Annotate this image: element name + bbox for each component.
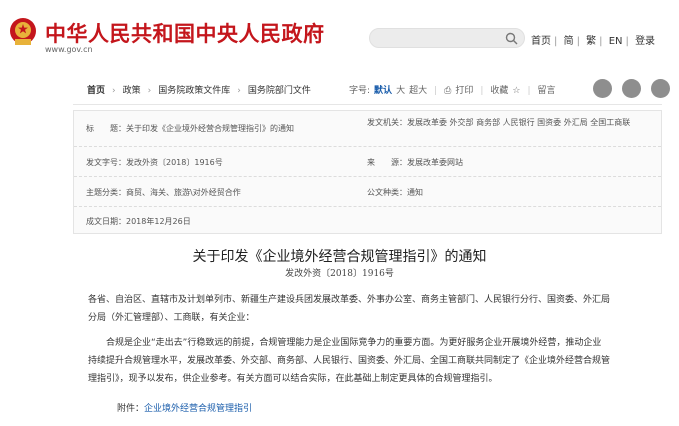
breadcrumb-home[interactable]: 首页 (87, 86, 105, 96)
attachment-link[interactable]: 企业境外经营合规管理指引 (144, 404, 252, 414)
divider: | (434, 86, 438, 96)
info-source: 来 源：发展改革委网站 (367, 157, 463, 168)
site-header: 中华人民共和国中央人民政府 www.gov.cn 首页 | 简 | 繁 | EN | 登… (0, 0, 679, 66)
favorite-button[interactable]: 收藏 (490, 86, 508, 96)
share-icons (588, 79, 671, 102)
simplified-link[interactable]: 简 (564, 36, 574, 47)
font-size-label: 字号: (349, 86, 371, 96)
font-xlarge-button[interactable]: 超大 (409, 86, 427, 96)
site-title[interactable]: 中华人民共和国中央人民政府 (45, 18, 325, 48)
divider: | (554, 36, 558, 47)
national-emblem-icon[interactable] (9, 17, 37, 47)
info-docno-key: 发文字号： (86, 158, 126, 167)
info-issuer-value: 发展改革委 外交部 商务部 人民银行 国资委 外汇局 全国工商联 (407, 118, 631, 127)
login-link[interactable]: 登录 (635, 36, 655, 47)
info-date: 成文日期：2018年12月26日 (86, 216, 191, 227)
attachment-label: 附件： (117, 404, 145, 414)
info-issuer: 发文机关：发展改革委 外交部 商务部 人民银行 国资委 外汇局 全国工商联 (367, 116, 657, 129)
chevron-right-icon: › (147, 86, 152, 96)
addressee-paragraph: 各省、自治区、直辖市及计划单列市、新疆生产建设兵团发展改革委、外事办公室、商务主… (88, 291, 611, 327)
weibo-icon[interactable] (593, 79, 612, 98)
body-paragraph: 合规是企业“走出去”行稳致远的前提，合规管理能力是企业国际竞争力的重要方面。为更… (88, 334, 611, 388)
article-title: 关于印发《企业境外经营合规管理指引》的通知 (192, 249, 487, 265)
chevron-right-icon: › (237, 86, 241, 96)
paragraph-line: 持续提升合规管理水平，发展改革委、外交部、商务部、人民银行、国资委、外汇局、全国… (88, 356, 611, 366)
attachment: 附件：企业境外经营合规管理指引 (117, 401, 252, 414)
breadcrumb-policy[interactable]: 政策 (123, 86, 141, 96)
paragraph-line: 各省、自治区、直辖市及计划单列市、新疆生产建设兵团发展改革委、外事办公室、商务主… (88, 295, 611, 305)
info-row: 成文日期：2018年12月26日 (74, 207, 661, 235)
info-docno-value: 发改外资〔2018〕1916号 (126, 158, 223, 167)
divider: | (480, 86, 484, 96)
info-type-value: 通知 (407, 188, 423, 197)
divider: | (527, 86, 531, 96)
info-docno: 发文字号：发改外资〔2018〕1916号 (86, 157, 223, 168)
english-link[interactable]: EN (609, 36, 623, 47)
font-default-button[interactable]: 默认 (374, 86, 392, 96)
top-links: 首页 | 简 | 繁 | EN | 登录 (531, 32, 655, 47)
wechat-icon[interactable] (622, 79, 642, 98)
chevron-right-icon: › (112, 86, 116, 96)
info-title-key: 标 题： (86, 124, 126, 133)
document-info-table: 标 题：关于印发《企业境外经营合规管理指引》的通知 发文机关：发展改革委 外交部… (73, 110, 662, 234)
print-icon[interactable]: ⎙ (444, 86, 451, 96)
home-link[interactable]: 首页 (531, 36, 551, 47)
paragraph-line: 合规是企业“走出去”行稳致远的前提，合规管理能力是企业国际竞争力的重要方面。为更… (106, 338, 602, 348)
breadcrumb-library[interactable]: 国务院政策文件库 (158, 86, 230, 96)
info-topic-key: 主题分类： (86, 188, 126, 197)
breadcrumb-dept-docs[interactable]: 国务院部门文件 (248, 86, 311, 96)
paragraph-line: 理指引》，现予以发布，供企业参考。有关方面可以结合实际，在此基础上制定更具体的合… (88, 374, 498, 384)
article-doc-number: 发改外资〔2018〕1916号 (285, 269, 394, 279)
divider: | (599, 36, 603, 47)
info-issuer-key: 发文机关： (367, 118, 407, 127)
info-type-key: 公文种类： (367, 188, 407, 197)
divider: | (576, 36, 580, 47)
search-input[interactable] (369, 28, 525, 48)
info-topic: 主题分类：商贸、海关、旅游\对外经贸合作 (86, 187, 241, 198)
info-type: 公文种类：通知 (367, 187, 423, 198)
star-icon[interactable]: ☆ (512, 86, 520, 96)
info-row: 标 题：关于印发《企业境外经营合规管理指引》的通知 发文机关：发展改革委 外交部… (74, 111, 661, 147)
info-title-value: 关于印发《企业境外经营合规管理指引》的通知 (126, 124, 294, 133)
info-title: 标 题：关于印发《企业境外经营合规管理指引》的通知 (86, 123, 294, 134)
info-date-value: 2018年12月26日 (126, 217, 191, 226)
site-url: www.gov.cn (45, 45, 93, 54)
info-source-key: 来 源： (367, 158, 407, 167)
info-topic-value: 商贸、海关、旅游\对外经贸合作 (126, 188, 241, 197)
info-date-key: 成文日期： (86, 217, 126, 226)
traditional-link[interactable]: 繁 (586, 36, 596, 47)
breadcrumb-bar: 首页 › 政策 › 国务院政策文件库 › 国务院部门文件 字号: 默认大超大 | ⎙ 打印 | 收藏 ☆ |… (73, 73, 671, 105)
favorite-star-icon[interactable] (651, 79, 671, 98)
info-row: 发文字号：发改外资〔2018〕1916号 来 源：发展改革委网站 (74, 147, 661, 177)
comment-button[interactable]: 留言 (538, 86, 556, 96)
page-tools: 字号: 默认大超大 | ⎙ 打印 | 收藏 ☆ | 留言 (349, 83, 556, 96)
info-source-value: 发展改革委网站 (407, 158, 463, 167)
font-large-button[interactable]: 大 (396, 86, 405, 96)
paragraph-line: 分局（外汇管理部）、工商联，有关企业： (88, 313, 255, 323)
divider: | (625, 36, 629, 47)
breadcrumb: 首页 › 政策 › 国务院政策文件库 › 国务院部门文件 (87, 83, 311, 96)
print-button[interactable]: 打印 (455, 86, 473, 96)
info-row: 主题分类：商贸、海关、旅游\对外经贸合作 公文种类：通知 (74, 177, 661, 207)
search-icon[interactable] (505, 32, 518, 45)
